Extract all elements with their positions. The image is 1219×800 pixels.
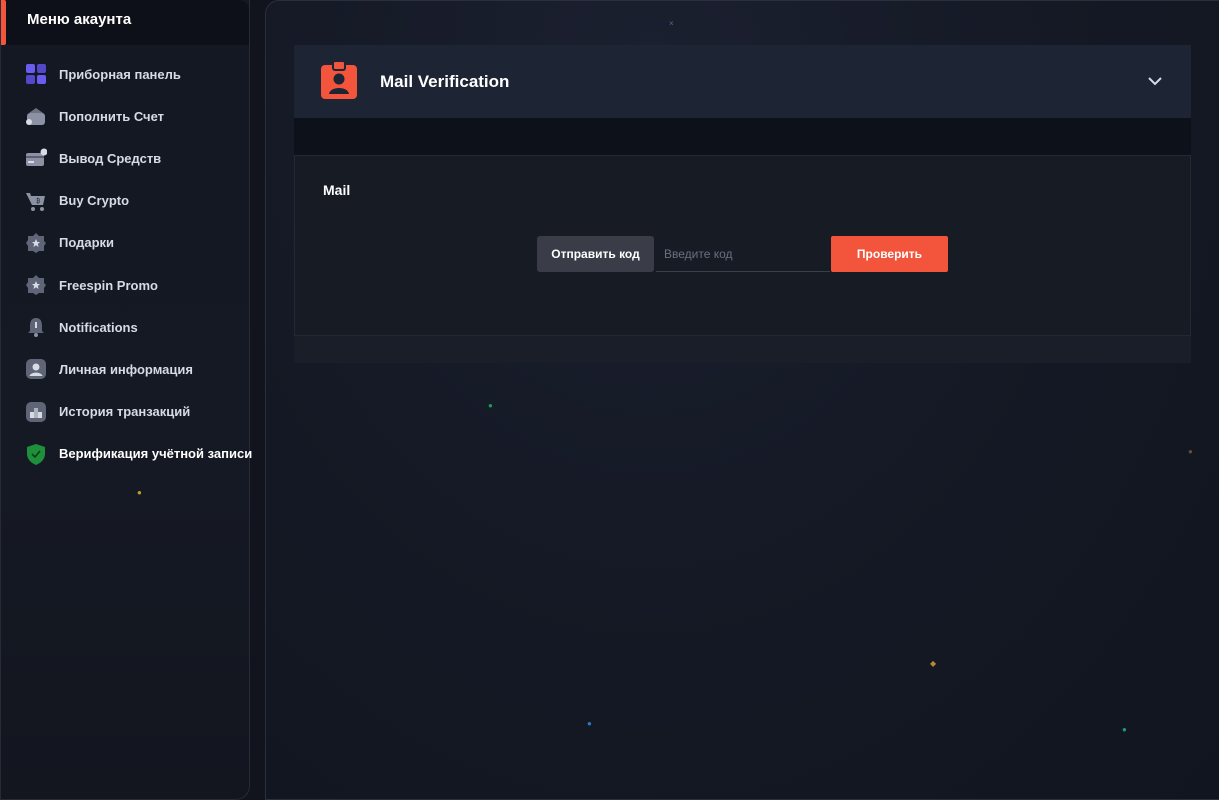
sidebar-item-label: Notifications <box>59 319 138 335</box>
sidebar-title: Меню акаунта <box>27 11 132 28</box>
panel-footer-strip <box>294 336 1191 363</box>
gift-badge-icon <box>25 232 47 254</box>
mail-verification-header[interactable]: Mail Verification <box>294 45 1191 118</box>
crypto-cart-icon: ₿ <box>25 190 47 212</box>
wallet-icon <box>25 105 47 127</box>
sidebar-item-label: Подарки <box>59 235 115 251</box>
sidebar-item-notifications[interactable]: Notifications <box>1 306 251 348</box>
decorative-dot: ● <box>488 401 493 410</box>
decorative-dot: ● <box>1122 725 1127 734</box>
mail-label: Mail <box>323 182 351 198</box>
sidebar-menu: Приборная панель Пополнить Счет Вывод Ср… <box>1 53 253 475</box>
sidebar-item-transaction-history[interactable]: История транзакций <box>1 391 251 433</box>
withdraw-card-icon <box>25 147 47 169</box>
sidebar-item-buy-crypto[interactable]: ₿ Buy Crypto <box>1 180 251 222</box>
sidebar-item-gifts[interactable]: Подарки <box>1 222 251 264</box>
sidebar-item-account-verification[interactable]: Верификация учётной записи <box>1 433 253 475</box>
promo-badge-icon <box>25 274 47 296</box>
bell-icon <box>25 316 47 338</box>
sidebar-item-label: Freespin Promo <box>59 277 158 293</box>
sidebar-item-freespin-promo[interactable]: Freespin Promo <box>1 264 251 306</box>
decorative-dot: ◆ <box>930 659 937 668</box>
verify-button[interactable]: Проверить <box>831 236 948 272</box>
svg-text:₿: ₿ <box>36 198 41 205</box>
card-title: Mail Verification <box>380 72 510 91</box>
decorative-dot: ● <box>1188 447 1193 456</box>
sidebar-item-dashboard[interactable]: Приборная панель <box>1 53 251 95</box>
user-icon <box>25 358 47 380</box>
chevron-down-icon[interactable] <box>1147 73 1163 89</box>
sidebar-item-label: Верификация учётной записи <box>59 446 253 462</box>
send-code-button[interactable]: Отправить код <box>537 236 654 272</box>
sidebar-item-label: Вывод Средств <box>59 150 162 166</box>
decorative-coin-dot: ● <box>137 488 142 497</box>
main-content: × Mail Verification Mail Отправить код П… <box>265 0 1219 800</box>
sidebar-accent-bar <box>1 0 6 45</box>
dashboard-icon <box>25 63 47 85</box>
account-sidebar: Меню акаунта Приборная панель Пополнить … <box>0 0 253 800</box>
id-badge-icon <box>321 60 357 99</box>
mail-verification-panel: Mail Отправить код Проверить <box>294 155 1191 336</box>
decorative-dot: × <box>669 19 674 28</box>
sidebar-item-label: Buy Crypto <box>59 193 130 209</box>
header-divider-strip <box>294 118 1191 155</box>
sidebar-item-personal-info[interactable]: Личная информация <box>1 348 251 390</box>
sidebar-header: Меню акаунта <box>1 0 249 45</box>
sidebar-item-withdraw[interactable]: Вывод Средств <box>1 137 251 179</box>
sidebar-item-label: Личная информация <box>59 361 193 377</box>
sidebar-item-deposit[interactable]: Пополнить Счет <box>1 95 251 137</box>
decorative-dot: ● <box>587 719 592 728</box>
history-icon <box>25 401 47 423</box>
sidebar-item-label: Приборная панель <box>59 66 181 82</box>
shield-check-icon <box>25 443 47 465</box>
sidebar-item-label: Пополнить Счет <box>59 108 165 124</box>
sidebar-item-label: История транзакций <box>59 404 191 420</box>
verification-code-input[interactable] <box>656 236 830 272</box>
